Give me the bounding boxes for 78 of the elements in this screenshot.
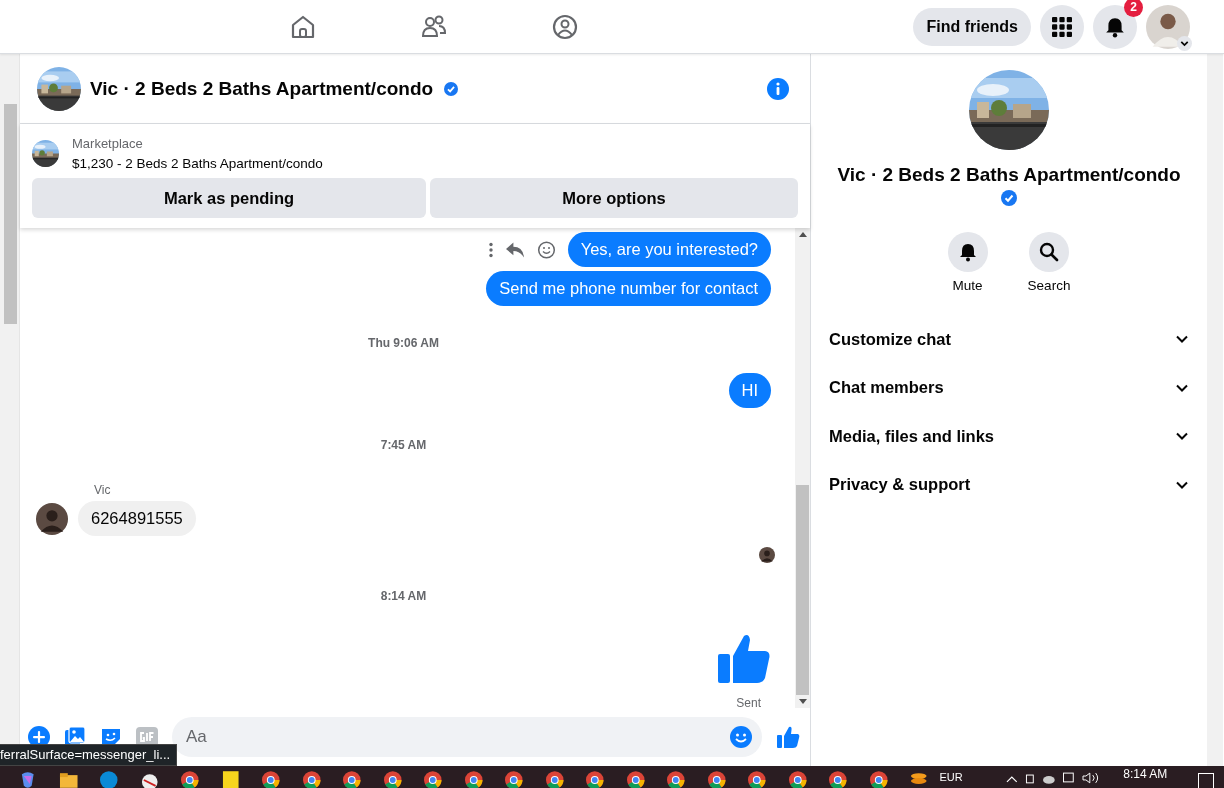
section-row[interactable]: Privacy & support: [829, 460, 1189, 509]
mute-button[interactable]: [947, 232, 988, 272]
section-row[interactable]: Media, files and links: [829, 412, 1189, 461]
info-icon[interactable]: [766, 76, 790, 101]
message-bubble: Send me phone number for contact: [486, 271, 771, 306]
message-bubble: HI: [728, 373, 771, 408]
browser-icon[interactable]: [301, 770, 321, 788]
browser-icon[interactable]: [787, 770, 807, 788]
browser-icon[interactable]: [504, 770, 524, 788]
gif-button[interactable]: [136, 727, 158, 747]
section-label: Media, files and links: [829, 426, 995, 446]
browser-icon[interactable]: [180, 770, 200, 788]
listing-summary: $1,230 - 2 Beds 2 Baths Apartment/condo: [72, 156, 323, 171]
message-bubble: Yes, are you interested?: [567, 232, 771, 267]
browser-icon[interactable]: [666, 770, 686, 788]
grid-icon: [1052, 16, 1072, 37]
browser-icon[interactable]: [463, 770, 483, 788]
notification-badge: 2: [1124, 0, 1143, 17]
browser-icon[interactable]: [828, 770, 848, 788]
browser-icon[interactable]: [747, 770, 767, 788]
thumbs-up-icon[interactable]: [776, 725, 800, 749]
more-icon[interactable]: [487, 241, 494, 258]
search-button[interactable]: [1029, 232, 1069, 272]
browser-icon[interactable]: [868, 770, 888, 788]
find-friends-button[interactable]: Find friends: [913, 7, 1031, 46]
gif-icon: [136, 727, 158, 747]
scrollbar-thumb[interactable]: [4, 104, 17, 324]
timestamp: Thu 9:06 AM: [368, 336, 439, 350]
clock: 8:14 AM: [1123, 767, 1168, 781]
browser-icon[interactable]: [382, 770, 402, 788]
notifications-button[interactable]: [1093, 4, 1137, 49]
caret-icon[interactable]: [1177, 35, 1192, 51]
reply-icon[interactable]: [505, 240, 525, 259]
message-status: Sent: [736, 696, 761, 710]
scroll-down-arrow[interactable]: [798, 699, 807, 704]
message-bubble: 6264891555: [78, 501, 196, 536]
browser-icon[interactable]: [342, 770, 362, 788]
avatar-icon: [36, 502, 68, 535]
search-icon: [1039, 242, 1059, 262]
bell-icon: [1104, 15, 1126, 38]
section-label: Privacy & support: [829, 475, 971, 495]
chat-title: Vic · 2 Beds 2 Baths Apartment/condo: [90, 77, 434, 100]
section-label: Customize chat: [829, 329, 951, 349]
timestamp: 7:45 AM: [380, 438, 427, 452]
browser-icon[interactable]: [423, 770, 443, 788]
notification-center-icon[interactable]: [1198, 773, 1214, 788]
timestamp: 8:14 AM: [380, 589, 427, 603]
message-field[interactable]: Aa: [172, 717, 762, 757]
conversation-title: Vic · 2 Beds 2 Baths Apartment/condo: [837, 164, 1181, 186]
browser-icon[interactable]: [625, 770, 645, 788]
emoji-icon[interactable]: [536, 240, 556, 259]
scroll-up-arrow[interactable]: [798, 232, 807, 237]
listing-action-button[interactable]: More options: [430, 178, 798, 218]
browser-icon[interactable]: [585, 770, 605, 788]
action-label: Mute: [952, 278, 983, 293]
listing-action-button[interactable]: Mark as pending: [32, 178, 426, 218]
seen-avatar-icon: [759, 547, 775, 563]
message-input[interactable]: Aa: [184, 726, 730, 748]
app-icon[interactable]: [99, 770, 119, 788]
sender-name: Vic: [94, 483, 112, 497]
listing-source: Marketplace: [72, 136, 144, 151]
currency-label: EUR: [939, 771, 963, 783]
scrollbar-thumb[interactable]: [796, 485, 809, 695]
profile-avatar[interactable]: [1146, 4, 1190, 49]
action-label: Search: [1027, 278, 1071, 293]
thumbs-up-icon: [717, 632, 771, 684]
status-url-tooltip: ferralSurface=messenger_li...: [0, 744, 178, 766]
browser-icon[interactable]: [706, 770, 726, 788]
browser-icon[interactable]: [261, 770, 281, 788]
emoji-icon[interactable]: [730, 726, 752, 748]
group-icon: [550, 12, 579, 41]
folder-icon[interactable]: [58, 770, 78, 788]
note-icon[interactable]: [220, 770, 240, 788]
menu-button[interactable]: [1040, 4, 1084, 49]
section-row[interactable]: Chat members: [829, 363, 1189, 412]
section-label: Chat members: [829, 378, 944, 398]
section-row[interactable]: Customize chat: [829, 315, 1189, 364]
browser-icon[interactable]: [544, 770, 564, 788]
